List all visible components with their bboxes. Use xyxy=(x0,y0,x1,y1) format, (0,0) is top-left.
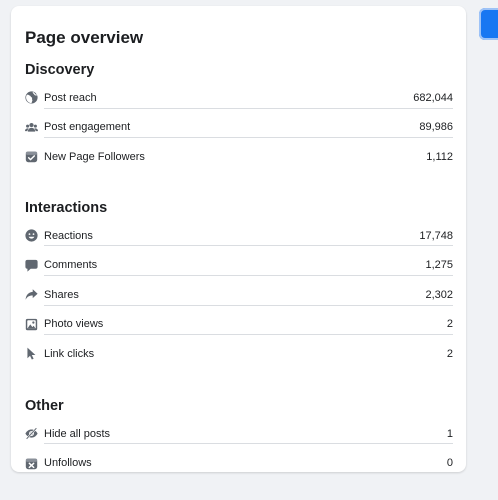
other-list: Hide all posts 1 Unfollows 0 xyxy=(25,419,453,478)
metric-label: Hide all posts xyxy=(44,427,111,440)
metric-value: 1,112 xyxy=(426,150,453,163)
follow-check-icon xyxy=(25,150,38,163)
page-overview-card: Page overview Discovery Post reach 682,0… xyxy=(11,6,466,472)
metric-label: New Page Followers xyxy=(44,150,145,163)
metric-value: 89,986 xyxy=(419,121,453,134)
metric-label: Unfollows xyxy=(44,457,92,470)
metric-row-link-clicks: Link clicks 2 xyxy=(25,339,453,369)
smiley-icon xyxy=(25,229,38,242)
share-arrow-icon xyxy=(25,288,38,301)
metric-label: Reactions xyxy=(44,229,93,242)
metric-value: 17,748 xyxy=(419,229,453,242)
metric-row-unfollows: Unfollows 0 xyxy=(25,448,453,478)
metric-row-hide-all-posts: Hide all posts 1 xyxy=(25,419,453,449)
people-icon xyxy=(25,121,38,134)
metric-row-reactions: Reactions 17,748 xyxy=(25,221,453,251)
metric-label: Comments xyxy=(44,259,98,272)
metric-value: 2,302 xyxy=(425,288,453,301)
metric-value: 682,044 xyxy=(413,91,453,104)
metric-label: Post reach xyxy=(44,91,97,104)
metric-label: Post engagement xyxy=(44,121,131,134)
section-heading-discovery: Discovery xyxy=(25,62,95,78)
metric-row-comments: Comments 1,275 xyxy=(25,250,453,280)
metric-row-shares: Shares 2,302 xyxy=(25,280,453,310)
section-heading-interactions: Interactions xyxy=(25,199,108,216)
metric-value: 1,275 xyxy=(425,259,453,272)
unfollow-icon xyxy=(25,457,38,470)
metric-value: 2 xyxy=(446,347,453,360)
photo-icon xyxy=(25,318,38,331)
metric-value: 0 xyxy=(446,457,453,470)
discovery-list: Post reach 682,044 Post engagement 89,98… xyxy=(25,83,453,172)
metric-label: Link clicks xyxy=(44,347,95,360)
interactions-list: Reactions 17,748 Comments 1,275 Shares 2… xyxy=(25,221,453,369)
partial-blue-button[interactable] xyxy=(479,8,498,40)
metric-row-post-engagement: Post engagement 89,986 xyxy=(25,113,453,143)
metric-label: Photo views xyxy=(44,318,104,331)
metric-value: 2 xyxy=(446,318,453,331)
cursor-icon xyxy=(25,347,38,360)
section-heading-other: Other xyxy=(25,397,64,414)
metric-value: 1 xyxy=(446,427,453,440)
metric-row-new-page-followers: New Page Followers 1,112 xyxy=(25,142,453,172)
metric-row-photo-views: Photo views 2 xyxy=(25,310,453,340)
metric-row-post-reach: Post reach 682,044 xyxy=(25,83,453,113)
eye-hide-icon xyxy=(25,427,38,440)
globe-icon xyxy=(25,91,38,104)
metric-label: Shares xyxy=(44,288,79,301)
comment-icon xyxy=(25,259,38,272)
page-title: Page overview xyxy=(25,28,144,47)
